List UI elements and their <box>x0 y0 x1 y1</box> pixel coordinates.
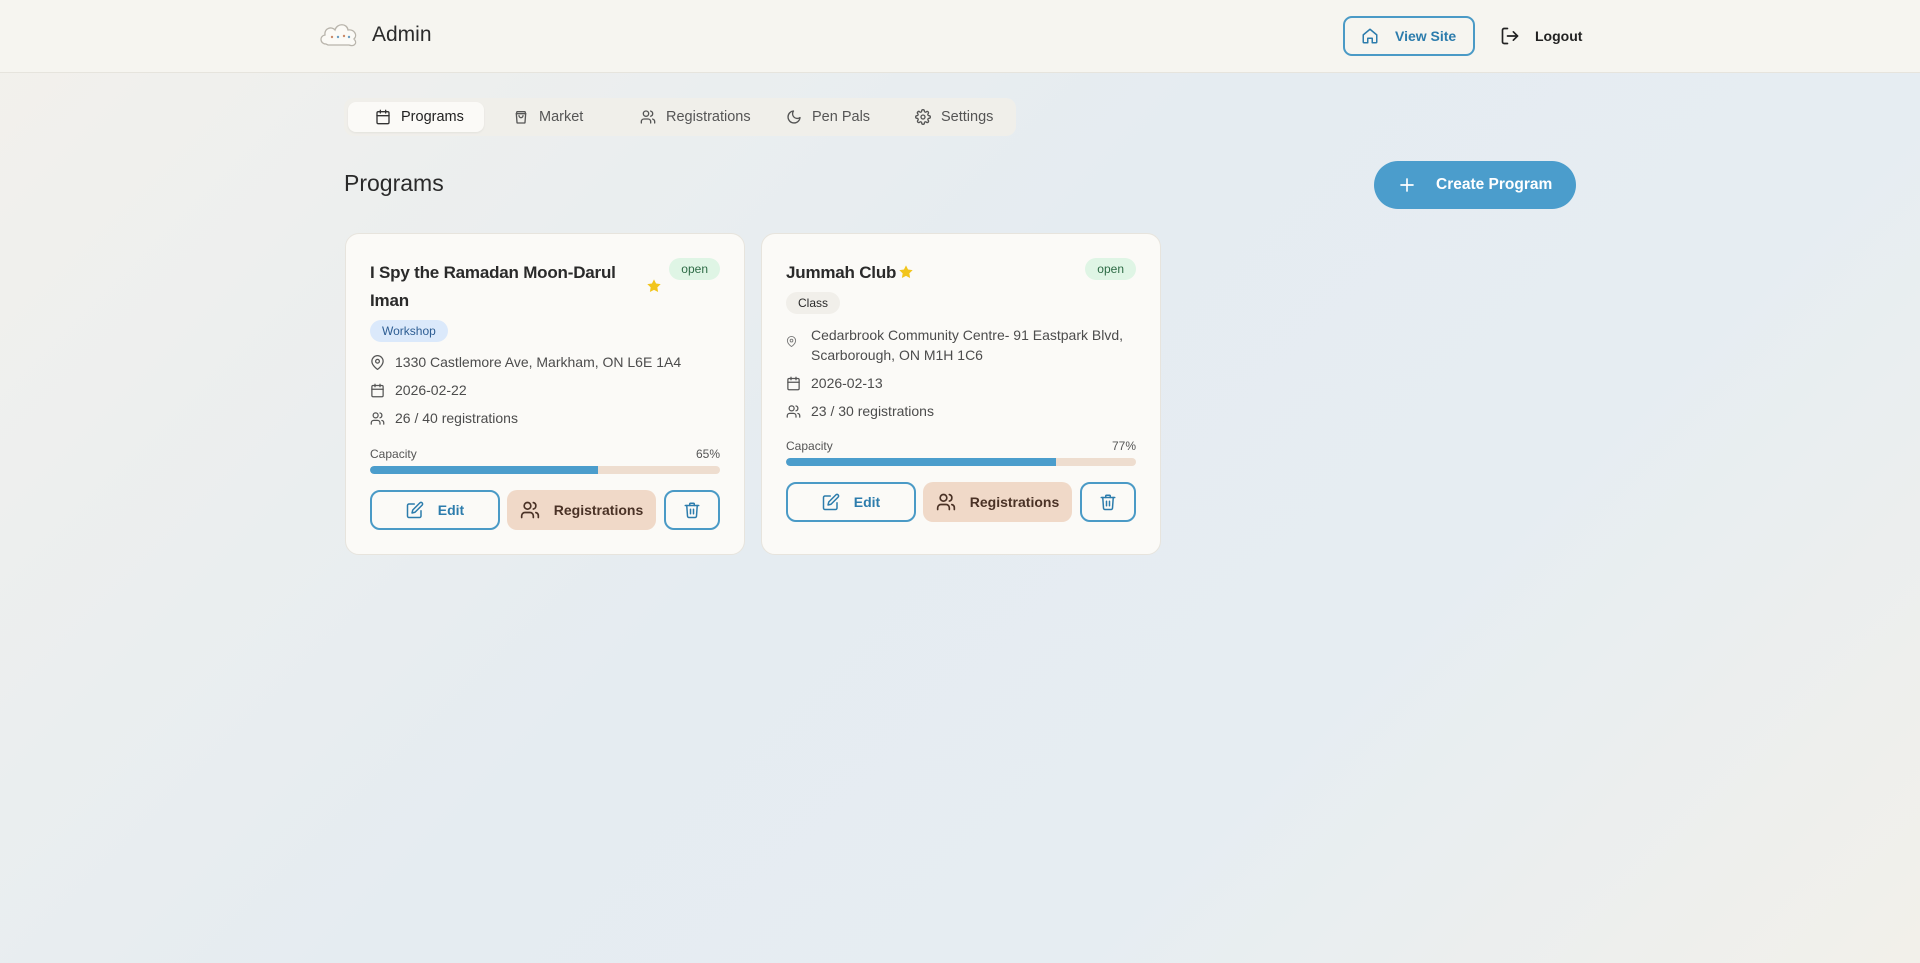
registrations-count: 23 / 30 registrations <box>811 403 934 419</box>
capacity-bar-fill <box>370 466 598 474</box>
status-badge: open <box>1085 258 1136 280</box>
edit-button[interactable]: Edit <box>370 490 500 530</box>
shopping-bag-icon <box>513 109 529 125</box>
users-icon <box>786 401 801 419</box>
delete-button[interactable] <box>664 490 720 530</box>
star-icon[interactable] <box>898 264 914 280</box>
calendar-icon <box>370 380 385 398</box>
tab-label: Registrations <box>666 109 751 125</box>
tab-label: Market <box>539 109 584 125</box>
view-site-label: View Site <box>1395 28 1457 44</box>
edit-button[interactable]: Edit <box>786 482 916 522</box>
edit-icon <box>822 493 840 511</box>
capacity-bar <box>370 466 720 474</box>
logo[interactable] <box>318 18 360 52</box>
registrations-row: 23 / 30 registrations <box>786 401 934 421</box>
registrations-label: Registrations <box>969 494 1060 510</box>
users-icon <box>936 492 956 512</box>
capacity-bar-fill <box>786 458 1056 466</box>
page-title: Programs <box>344 170 444 196</box>
status-badge: open <box>669 258 720 280</box>
type-badge: Workshop <box>370 320 448 342</box>
capacity-bar <box>786 458 1136 466</box>
tab-label: Settings <box>941 109 994 125</box>
create-program-button[interactable]: Create Program <box>1374 161 1576 209</box>
location-row: 1330 Castlemore Ave, Markham, ON L6E 1A4 <box>370 352 681 372</box>
delete-button[interactable] <box>1080 482 1136 522</box>
trash-icon <box>1099 493 1117 511</box>
tab-label: Pen Pals <box>812 109 871 125</box>
tab-market[interactable]: Market <box>486 102 614 132</box>
date-row: 2026-02-13 <box>786 373 883 393</box>
capacity-label: Capacity <box>370 447 417 461</box>
tab-bar: Programs Market Registrations Pen Pals S… <box>344 98 1016 136</box>
star-icon[interactable] <box>646 278 662 294</box>
registrations-row: 26 / 40 registrations <box>370 408 518 428</box>
program-card: Jummah Club open Class Cedarbrook Commun… <box>761 233 1161 555</box>
program-title[interactable]: I Spy the Ramadan Moon-Darul Iman <box>370 259 616 315</box>
tab-settings[interactable]: Settings <box>888 102 1012 132</box>
brand-title: Admin <box>372 23 432 46</box>
home-icon <box>1361 27 1379 45</box>
plus-icon <box>1398 176 1416 194</box>
users-icon <box>520 500 540 520</box>
edit-label: Edit <box>853 494 881 510</box>
map-pin-icon <box>370 352 385 370</box>
tab-programs[interactable]: Programs <box>348 102 484 132</box>
logout-icon <box>1500 26 1520 46</box>
users-icon <box>370 408 385 426</box>
tab-pen-pals[interactable]: Pen Pals <box>758 102 888 132</box>
top-bar: Admin View Site Logout <box>0 0 1920 73</box>
date-row: 2026-02-22 <box>370 380 467 400</box>
gear-icon <box>915 109 931 125</box>
type-badge: Class <box>786 292 841 314</box>
location-text: 1330 Castlemore Ave, Markham, ON L6E 1A4 <box>395 354 682 370</box>
program-title[interactable]: Jummah Club <box>786 259 896 287</box>
calendar-icon <box>786 373 801 391</box>
users-icon <box>640 109 656 125</box>
capacity-label: Capacity <box>786 439 833 453</box>
tab-label: Programs <box>401 109 464 125</box>
capacity-percent: 65% <box>695 447 720 461</box>
program-card: I Spy the Ramadan Moon-Darul Iman open W… <box>345 233 745 555</box>
date-text: 2026-02-22 <box>395 382 467 398</box>
registrations-label: Registrations <box>553 502 644 518</box>
view-site-button[interactable]: View Site <box>1343 16 1475 56</box>
calendar-icon <box>375 109 391 125</box>
capacity-percent: 77% <box>1111 439 1136 453</box>
location-text: Cedarbrook Community Centre- 91 Eastpark… <box>811 327 1124 363</box>
edit-label: Edit <box>437 502 465 518</box>
registrations-button[interactable]: Registrations <box>923 482 1072 522</box>
registrations-count: 26 / 40 registrations <box>395 410 518 426</box>
date-text: 2026-02-13 <box>811 375 883 391</box>
map-pin-icon <box>786 333 797 347</box>
tab-registrations[interactable]: Registrations <box>614 102 758 132</box>
trash-icon <box>683 501 701 519</box>
location-row: Cedarbrook Community Centre- 91 Eastpark… <box>786 325 1123 365</box>
registrations-button[interactable]: Registrations <box>507 490 656 530</box>
logout-label: Logout <box>1535 28 1583 44</box>
logout-button[interactable]: Logout <box>1500 24 1582 48</box>
create-program-label: Create Program <box>1436 176 1553 193</box>
edit-icon <box>406 501 424 519</box>
moon-icon <box>786 109 802 125</box>
